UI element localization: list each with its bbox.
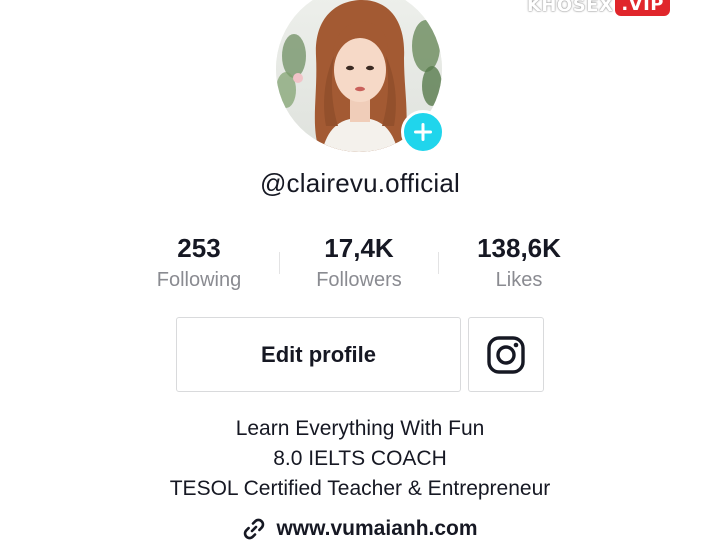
watermark-text-left: KHOSEX [526,0,614,16]
bio: Learn Everything With Fun 8.0 IELTS COAC… [0,414,720,504]
stat-followers[interactable]: 17,4K Followers [279,232,439,292]
website-link[interactable]: www.vumaianh.com [0,517,720,541]
bio-line: TESOL Certified Teacher & Entrepreneur [169,477,551,500]
stat-likes[interactable]: 138,6K Likes [439,232,599,292]
instagram-icon [487,335,525,374]
stat-value: 253 [177,233,221,263]
website-link-text[interactable]: www.vumaianh.com [276,517,477,541]
profile-stats: 253 Following 17,4K Followers 138,6K Lik… [119,232,599,292]
stat-following[interactable]: 253 Following [119,232,279,292]
link-icon [244,518,265,540]
username: @clairevu.official [259,168,461,198]
avatar-container [276,0,445,154]
stat-value: 138,6K [477,233,561,263]
bio-line: 8.0 IELTS COACH [273,447,447,470]
stat-label: Following [156,269,242,291]
instagram-button[interactable] [468,317,544,392]
stat-divider [279,252,280,274]
watermark: KHOSEX .VIP [527,0,670,16]
plus-icon [414,123,432,141]
stat-value: 17,4K [324,233,394,263]
watermark-text-right: .VIP [615,0,670,16]
add-avatar-button[interactable] [401,110,445,154]
stat-label: Likes [495,269,543,291]
bio-line: Learn Everything With Fun [235,417,485,440]
edit-profile-button[interactable]: Edit profile [176,317,461,392]
stat-label: Followers [316,269,402,291]
